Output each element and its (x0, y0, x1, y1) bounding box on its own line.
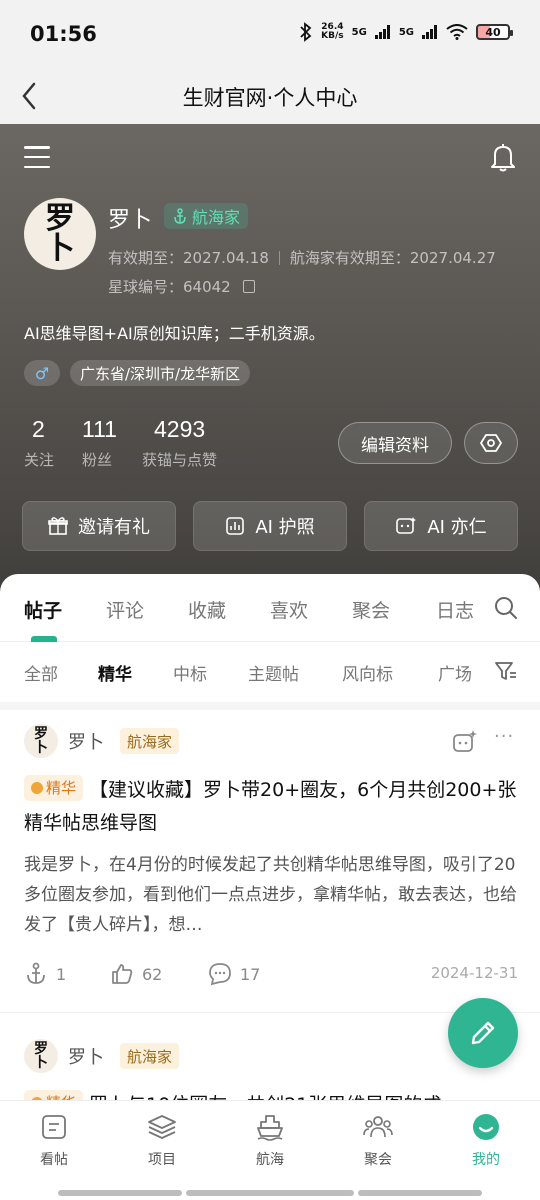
bell-icon[interactable] (490, 142, 516, 172)
clock: 01:56 (30, 22, 97, 46)
planet-id: 星球编号：64042 (108, 278, 231, 296)
navigator-badge: 航海家 (164, 203, 249, 229)
signal-bars-icon (374, 25, 390, 39)
main-tabs: 帖子 评论 收藏 喜欢 聚会 日志 (0, 574, 540, 642)
location-tag: 广东省/深圳市/龙华新区 (70, 360, 251, 386)
subtab-essence[interactable]: 精华 (98, 660, 132, 685)
net-speed: 26.4 KB/s (321, 22, 344, 41)
bluetooth-icon (300, 22, 312, 42)
smile-icon (473, 1114, 499, 1140)
page-title: 生财官网·个人中心 (182, 86, 358, 110)
tab-likes[interactable]: 喜欢 (270, 596, 308, 623)
like-count[interactable]: 62 (110, 962, 162, 986)
anchor-icon (27, 962, 45, 984)
divider (278, 250, 280, 265)
wifi-icon (446, 24, 468, 40)
ai-chat-icon (396, 517, 417, 534)
ship-icon (257, 1115, 283, 1141)
post-author-name[interactable]: 罗卜 (68, 728, 104, 754)
gender-male-icon: ♂ (24, 360, 60, 386)
edit-pencil-icon (471, 1021, 495, 1045)
settings-button[interactable] (464, 422, 518, 464)
essence-icon (31, 782, 43, 794)
ai-yiren-button[interactable]: AI 亦仁 (364, 501, 518, 551)
settings-hexagon-icon (480, 434, 502, 452)
navigator-expiry-date: 航海家有效期至：2027.04.27 (289, 249, 496, 267)
stat-followers[interactable]: 111 粉丝 (82, 416, 117, 470)
post-excerpt[interactable]: 我是罗卜，在4月份的时候发起了共创精华帖思维导图，吸引了20多位圈友参加，看到他… (24, 850, 520, 940)
stat-following[interactable]: 2 关注 (24, 416, 54, 470)
expiry-row: 有效期至：2027.04.18 航海家有效期至：2027.04.27 (108, 247, 496, 268)
nav-meetups[interactable]: 聚会 (338, 1111, 418, 1169)
avatar[interactable]: 罗 卜 (24, 198, 96, 270)
subtab-trend[interactable]: 风向标 (342, 660, 393, 685)
subtab-square[interactable]: 广场 (438, 660, 472, 685)
signal-bars-icon (422, 25, 437, 39)
compose-post-button[interactable] (448, 998, 518, 1068)
post-author-name[interactable]: 罗卜 (68, 1043, 104, 1069)
thumbs-up-icon (112, 964, 133, 984)
signal-5g-2: 5G (398, 26, 414, 38)
post-title[interactable]: 精华 【建议收藏】罗卜带20+圈友，6个月共创200+张精华帖思维导图 (24, 774, 520, 840)
post-author-avatar[interactable]: 罗卜 (24, 1039, 58, 1073)
gesture-bar (358, 1190, 482, 1196)
planet-id-row: 星球编号：64042 (108, 276, 255, 297)
back-icon[interactable] (20, 78, 40, 114)
gift-icon (48, 517, 68, 535)
search-icon[interactable] (494, 596, 518, 620)
post-author-badge: 航海家 (120, 1043, 180, 1069)
post-stats: 1 62 17 2024-12-31 (24, 962, 518, 992)
nav-mine[interactable]: 我的 (446, 1111, 526, 1169)
subtab-winning[interactable]: 中标 (173, 660, 207, 685)
anchor-icon (174, 208, 186, 224)
invite-gift-button[interactable]: 邀请有礼 (22, 501, 176, 551)
battery-icon: 40 (476, 24, 513, 40)
group-icon (363, 1116, 393, 1138)
tab-posts[interactable]: 帖子 (24, 596, 62, 623)
filter-icon[interactable] (494, 660, 518, 682)
ai-summary-icon[interactable] (452, 730, 478, 754)
status-bar: 01:56 26.4 KB/s 5G 5G 40 (0, 0, 540, 70)
more-icon[interactable]: ··· (494, 726, 514, 747)
user-name: 罗卜 (108, 208, 153, 233)
nav-projects[interactable]: 项目 (122, 1111, 202, 1169)
status-icons: 26.4 KB/s 5G 5G 40 (299, 22, 513, 42)
filter-tabs: 全部 精华 中标 主题帖 风向标 广场 (0, 642, 540, 702)
tab-meetups[interactable]: 聚会 (352, 596, 390, 623)
gesture-bar (58, 1190, 182, 1196)
anchor-count[interactable]: 1 (24, 962, 66, 986)
title-bar: 生财官网·个人中心 (0, 70, 540, 124)
gesture-bar (186, 1190, 354, 1196)
chart-icon (226, 517, 245, 535)
expiry-date: 有效期至：2027.04.18 (108, 249, 269, 267)
subtab-topic[interactable]: 主题帖 (248, 660, 299, 685)
nav-posts[interactable]: 看帖 (14, 1111, 94, 1169)
profile-header: 罗 卜 罗卜 航海家 有效期至：2027.04.18 航海家有效期至：2027.… (0, 124, 540, 604)
post-author-badge: 航海家 (120, 728, 180, 754)
copy-icon[interactable] (242, 280, 255, 293)
section-divider (0, 702, 540, 710)
menu-icon[interactable] (24, 146, 50, 168)
tab-logs[interactable]: 日志 (436, 596, 474, 623)
tab-favorites[interactable]: 收藏 (188, 596, 226, 623)
stat-likes[interactable]: 4293 获锚与点赞 (142, 416, 217, 470)
tab-comments[interactable]: 评论 (106, 596, 144, 623)
bottom-nav: 看帖 项目 航海 聚会 我的 (0, 1100, 540, 1180)
essence-tag: 精华 (24, 775, 84, 801)
subtab-all[interactable]: 全部 (24, 660, 58, 685)
user-bio: AI思维导图+AI原创知识库；二手机资源。 (24, 324, 325, 343)
post-author-avatar[interactable]: 罗卜 (24, 724, 58, 758)
ai-passport-button[interactable]: AI 护照 (193, 501, 347, 551)
layers-icon (148, 1115, 176, 1139)
document-icon (42, 1115, 66, 1139)
signal-5g-1: 5G (351, 26, 367, 38)
comment-icon (209, 963, 231, 986)
comment-count[interactable]: 17 (208, 962, 260, 986)
nav-voyage[interactable]: 航海 (230, 1111, 310, 1169)
post-date: 2024-12-31 (430, 964, 518, 982)
edit-profile-button[interactable]: 编辑资料 (338, 422, 452, 464)
